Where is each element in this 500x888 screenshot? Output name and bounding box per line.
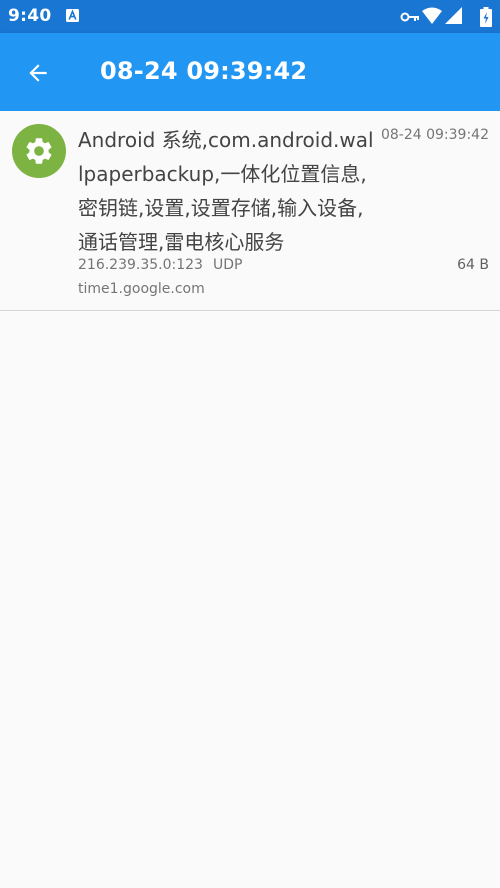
app-bar: 08-24 09:39:42 bbox=[0, 33, 500, 111]
status-bar: 9:40 bbox=[0, 0, 500, 33]
data-size: 64 B bbox=[457, 257, 489, 273]
arrow-back-icon bbox=[29, 64, 47, 82]
back-button[interactable] bbox=[18, 53, 58, 93]
app-names: Android 系统,com.android.wallpaperbackup,一… bbox=[78, 128, 374, 254]
vpn-key-icon bbox=[400, 12, 419, 22]
wifi-icon bbox=[422, 7, 442, 24]
a-notification-icon bbox=[66, 9, 79, 22]
entry-time: 08-24 09:39:42 bbox=[380, 127, 489, 143]
status-time: 9:40 bbox=[8, 6, 52, 26]
cell-signal-icon bbox=[445, 7, 462, 24]
page-title: 08-24 09:39:42 bbox=[100, 57, 308, 85]
gear-icon bbox=[26, 138, 52, 164]
protocol: UDP bbox=[212, 257, 243, 273]
connection-entry[interactable]: Android 系统,com.android.wallpaperbackup,一… bbox=[0, 111, 500, 311]
remote-host: time1.google.com bbox=[78, 281, 205, 297]
remote-address: 216.239.35.0:123 bbox=[78, 257, 203, 273]
app-icon bbox=[12, 124, 66, 178]
entry-address-line: 216.239.35.0:123 UDP bbox=[78, 257, 242, 273]
battery-icon bbox=[480, 7, 492, 27]
